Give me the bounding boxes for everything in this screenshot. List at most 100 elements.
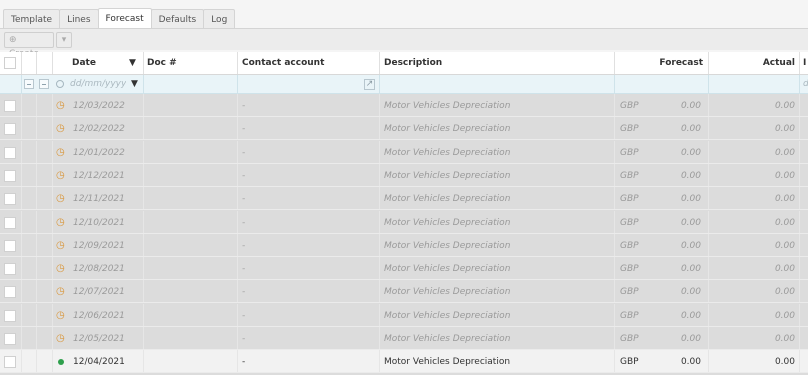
forecast-cell: 0.00 <box>680 147 701 158</box>
tab-log[interactable]: Log <box>203 9 236 30</box>
forecast-header[interactable]: Forecast <box>620 52 703 74</box>
date-cell: 12/02/2022 <box>73 123 125 134</box>
contact-cell: - <box>242 100 246 111</box>
contact-cell: - <box>242 147 246 158</box>
currency-cell: GBP <box>620 333 639 344</box>
table-row[interactable]: 12/04/2021 - Motor Vehicles Depreciation GB… <box>0 350 808 373</box>
description-cell: Motor Vehicles Depreciation <box>384 123 511 134</box>
row-divider <box>0 139 808 140</box>
date-cell: 12/01/2022 <box>73 147 125 158</box>
row-checkbox[interactable] <box>4 117 18 140</box>
actual-cell: 0.00 <box>774 333 795 344</box>
forecast-cell: 0.00 <box>680 333 701 344</box>
actual-cell: 0.00 <box>774 263 795 274</box>
open-external-icon[interactable]: ↗ <box>364 75 377 93</box>
description-cell: Motor Vehicles Depreciation <box>384 333 511 344</box>
row-checkbox[interactable] <box>4 350 18 373</box>
clock-icon: ◷ <box>56 123 65 134</box>
row-divider <box>0 209 808 210</box>
contact-cell: - <box>242 123 246 134</box>
date-cell: 12/12/2021 <box>73 170 125 181</box>
table-row[interactable]: ◷ 12/07/2021 - Motor Vehicles Depreciation G… <box>0 280 808 303</box>
contact-account-header[interactable]: Contact account <box>242 52 372 74</box>
tab-template[interactable]: Template <box>3 9 61 30</box>
next-filter-input[interactable]: d <box>803 75 808 93</box>
description-cell: Motor Vehicles Depreciation <box>384 217 511 228</box>
date-cell: 12/09/2021 <box>73 240 125 251</box>
row-checkbox[interactable] <box>4 280 18 303</box>
status-filter-icon[interactable] <box>56 75 66 93</box>
tab-defaults[interactable]: Defaults <box>150 9 205 30</box>
clock-icon: ◷ <box>56 286 65 297</box>
collapse-icon[interactable] <box>24 75 36 93</box>
forecast-cell: 0.00 <box>680 193 701 204</box>
table-row[interactable]: ◷ 12/10/2021 - Motor Vehicles Depreciation G… <box>0 211 808 234</box>
date-filter-dropdown-icon[interactable]: ▼ <box>131 75 141 93</box>
description-header[interactable]: Description <box>384 52 584 74</box>
currency-cell: GBP <box>620 310 639 321</box>
collapse-all-icon[interactable] <box>39 75 51 93</box>
select-all-checkbox[interactable] <box>4 52 18 74</box>
description-filter-input[interactable] <box>383 75 611 93</box>
next-column-header[interactable]: I <box>803 52 808 74</box>
row-divider <box>0 372 808 373</box>
create-menu-button[interactable]: ▾ <box>56 32 72 48</box>
date-cell: 12/05/2021 <box>73 333 125 344</box>
date-cell: 12/10/2021 <box>73 217 125 228</box>
table-row[interactable]: ◷ 12/05/2021 - Motor Vehicles Depreciation G… <box>0 327 808 350</box>
doc-filter-input[interactable] <box>147 75 235 93</box>
date-cell: 12/07/2021 <box>73 286 125 297</box>
row-checkbox[interactable] <box>4 234 18 257</box>
tab-forecast[interactable]: Forecast <box>97 8 152 30</box>
date-cell: 12/11/2021 <box>73 193 125 204</box>
forecast-cell: 0.00 <box>680 310 701 321</box>
currency-cell: GBP <box>620 193 639 204</box>
table-row[interactable]: ◷ 12/08/2021 - Motor Vehicles Depreciation G… <box>0 257 808 280</box>
forecast-cell: 0.00 <box>680 217 701 228</box>
currency-cell: GBP <box>620 217 639 228</box>
actual-header[interactable]: Actual <box>712 52 795 74</box>
row-checkbox[interactable] <box>4 187 18 210</box>
date-header[interactable]: Date <box>72 52 118 74</box>
row-checkbox[interactable] <box>4 327 18 350</box>
actual-cell: 0.00 <box>774 356 795 367</box>
actual-cell: 0.00 <box>774 147 795 158</box>
clock-icon: ◷ <box>56 310 65 321</box>
contact-cell: - <box>242 240 246 251</box>
tab-lines[interactable]: Lines <box>59 9 99 30</box>
description-cell: Motor Vehicles Depreciation <box>384 263 511 274</box>
sort-desc-icon[interactable]: ▼ <box>129 52 139 74</box>
description-cell: Motor Vehicles Depreciation <box>384 310 511 321</box>
forecast-cell: 0.00 <box>680 123 701 134</box>
create-button[interactable]: ⊕ Create <box>4 32 54 59</box>
table-row[interactable]: ◷ 12/02/2022 - Motor Vehicles Depreciation G… <box>0 117 808 140</box>
forecast-cell: 0.00 <box>680 100 701 111</box>
row-checkbox[interactable] <box>4 211 18 234</box>
table-row[interactable]: ◷ 12/09/2021 - Motor Vehicles Depreciation G… <box>0 234 808 257</box>
contact-cell: - <box>242 333 246 344</box>
row-checkbox[interactable] <box>4 94 18 117</box>
date-filter-input[interactable]: dd/mm/yyyy <box>70 75 126 93</box>
table-row[interactable]: ◷ 12/12/2021 - Motor Vehicles Depreciation G… <box>0 164 808 187</box>
actual-cell: 0.00 <box>774 217 795 228</box>
actual-cell: 0.00 <box>774 123 795 134</box>
row-checkbox[interactable] <box>4 257 18 280</box>
forecast-cell: 0.00 <box>680 286 701 297</box>
row-checkbox[interactable] <box>4 304 18 327</box>
row-checkbox[interactable] <box>4 164 18 187</box>
plus-circle-icon: ⊕ <box>9 35 17 45</box>
table-row[interactable]: ◷ 12/06/2021 - Motor Vehicles Depreciation G… <box>0 304 808 327</box>
actual-cell: 0.00 <box>774 170 795 181</box>
table-row[interactable]: ◷ 12/11/2021 - Motor Vehicles Depreciation G… <box>0 187 808 210</box>
contact-filter-input[interactable] <box>241 75 361 93</box>
actual-cell: 0.00 <box>774 240 795 251</box>
table-row[interactable]: ◷ 12/03/2022 - Motor Vehicles Depreciation G… <box>0 94 808 117</box>
table-row[interactable]: ◷ 12/01/2022 - Motor Vehicles Depreciation G… <box>0 141 808 164</box>
description-cell: Motor Vehicles Depreciation <box>384 100 511 111</box>
filter-row: dd/mm/yyyy ▼ ↗ d <box>0 75 808 94</box>
clock-icon: ◷ <box>56 333 65 344</box>
currency-cell: GBP <box>620 286 639 297</box>
row-checkbox[interactable] <box>4 141 18 164</box>
clock-icon: ◷ <box>56 147 65 158</box>
doc-number-header[interactable]: Doc # <box>147 52 227 74</box>
